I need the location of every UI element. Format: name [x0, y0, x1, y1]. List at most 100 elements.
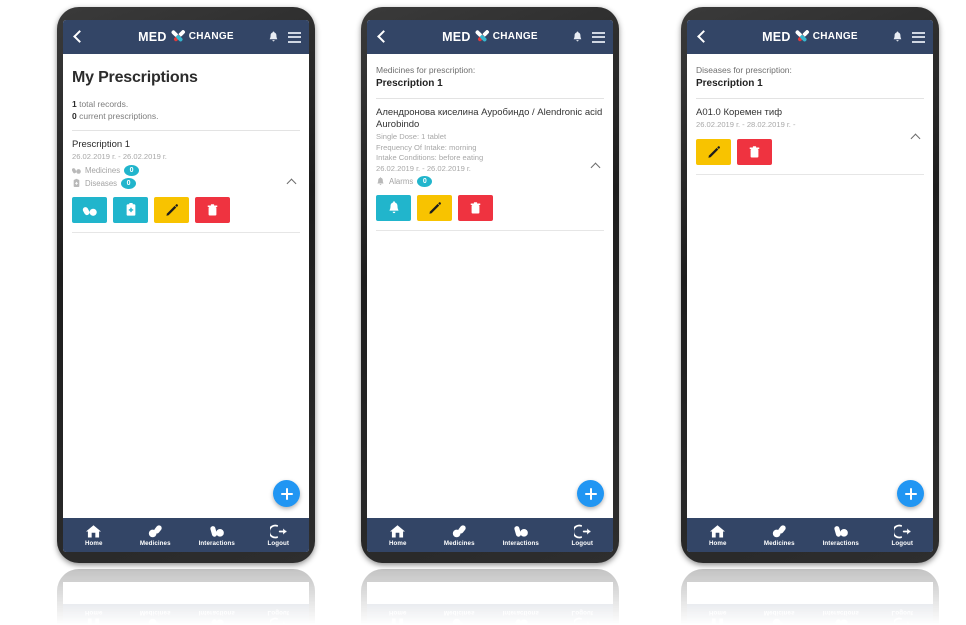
bottom-navigation: Home Medicines Interactions Logout [367, 518, 613, 552]
record-actions [376, 195, 604, 221]
back-chevron-icon[interactable] [695, 28, 709, 46]
edit-button[interactable] [417, 195, 452, 221]
counter-alarms: Alarms 0 [376, 176, 604, 187]
nav-label-home: Home [388, 539, 407, 547]
nav-item-logout[interactable]: Logout [872, 518, 934, 552]
crossed-capsules-icon [475, 30, 489, 42]
pills-icon [148, 619, 162, 625]
bell-icon[interactable] [572, 30, 583, 44]
add-button[interactable] [273, 480, 300, 507]
edit-button[interactable] [696, 138, 731, 165]
chevron-up-icon[interactable] [911, 132, 922, 141]
nav-item-interactions[interactable]: Interactions [490, 518, 552, 552]
pencil-icon [165, 203, 178, 216]
phone-reflection-3: Home Medicines Interactions Logout [681, 569, 939, 625]
nav-item-logout: Logout [248, 604, 310, 625]
chevron-up-icon[interactable] [591, 161, 602, 170]
disease-list-item[interactable]: A01.0 Коремен тиф 26.02.2019 г. - 28.02.… [696, 99, 924, 175]
home-icon [710, 524, 726, 537]
home-icon [390, 619, 406, 625]
page-title: My Prescriptions [72, 69, 198, 86]
nav-item-logout[interactable]: Logout [248, 518, 310, 552]
stat-total-records: 1 total records. [72, 98, 300, 110]
hamburger-menu-icon[interactable] [288, 31, 301, 43]
nav-label-logout: Logout [267, 609, 290, 617]
nav-item-medicines[interactable]: Medicines [125, 518, 187, 552]
brand-text-post: Change [812, 31, 858, 42]
pills-icon [148, 524, 162, 537]
nav-item-interactions: Interactions [490, 604, 552, 625]
brand-text-pre: Med [762, 29, 791, 44]
screen-content: Medicines for prescription: Prescription… [367, 54, 613, 518]
nav-item-medicines[interactable]: Medicines [429, 518, 491, 552]
nav-item-logout[interactable]: Logout [552, 518, 614, 552]
medicines-button[interactable] [72, 196, 107, 223]
capsule-pill-icon [514, 619, 529, 625]
diseases-button[interactable] [113, 196, 148, 223]
nav-item-home: Home [687, 604, 749, 625]
nav-item-interactions[interactable]: Interactions [810, 518, 872, 552]
nav-item-medicines: Medicines [125, 604, 187, 625]
reflected-bottom-navigation: Home Medicines Interactions Logout [367, 604, 613, 625]
nav-item-home: Home [367, 604, 429, 625]
delete-button[interactable] [458, 195, 493, 221]
nav-item-home[interactable]: Home [367, 518, 429, 552]
prescription-list-item[interactable]: Prescription 1 26.02.2019 г. - 26.02.201… [72, 131, 300, 233]
nav-item-logout: Logout [872, 604, 934, 625]
counter-medicines-badge: 0 [124, 164, 140, 176]
nav-label-home: Home [388, 609, 407, 617]
context-label: Medicines for prescription: [376, 65, 476, 75]
context-label: Diseases for prescription: [696, 65, 792, 75]
nav-item-home[interactable]: Home [63, 518, 125, 552]
logout-icon [269, 524, 287, 538]
logout-icon [573, 618, 591, 625]
nav-item-medicines[interactable]: Medicines [749, 518, 811, 552]
phone-screen: Med Change [687, 20, 933, 552]
pills-icon [452, 524, 466, 537]
back-chevron-icon[interactable] [375, 28, 389, 46]
edit-button[interactable] [154, 196, 189, 223]
hamburger-menu-icon[interactable] [592, 31, 605, 43]
nav-label-medicines: Medicines [763, 539, 795, 547]
add-button[interactable] [897, 480, 924, 507]
nav-label-logout: Logout [571, 609, 594, 617]
delete-button[interactable] [737, 138, 772, 165]
nav-label-logout: Logout [891, 609, 914, 617]
capsule-pill-icon [834, 619, 849, 625]
nav-label-medicines: Medicines [443, 609, 475, 617]
pills-icon [772, 524, 786, 537]
screen-content: My Prescriptions 1 total records. 0 curr… [63, 54, 309, 518]
bell-icon[interactable] [892, 30, 903, 44]
bell-icon [377, 176, 384, 185]
capsule-pill-icon [834, 525, 849, 537]
nav-label-medicines: Medicines [443, 539, 475, 547]
delete-button[interactable] [195, 196, 230, 223]
bell-icon [389, 200, 398, 213]
add-button[interactable] [577, 480, 604, 507]
stat-current-prescriptions: 0 current prescriptions. [72, 110, 300, 122]
nav-label-home: Home [708, 609, 727, 617]
medicine-list-item[interactable]: Алендронова киселина Ауробиндо / Alendro… [376, 99, 604, 231]
chevron-up-icon[interactable] [287, 177, 298, 186]
logout-icon [573, 524, 591, 538]
home-icon [390, 524, 406, 537]
app-header-bar: Med Change [687, 20, 933, 54]
counter-medicines: Medicines 0 [72, 164, 300, 176]
nav-label-home: Home [708, 539, 727, 547]
hamburger-menu-icon[interactable] [912, 31, 925, 43]
detail-intake-conditions: Intake Conditions: before eating [376, 153, 484, 162]
context-value: Prescription 1 [696, 78, 763, 89]
pencil-icon [428, 202, 441, 214]
back-chevron-icon[interactable] [71, 28, 85, 46]
pills-icon [772, 619, 786, 625]
alarms-button[interactable] [376, 195, 411, 221]
stat-current-text: current prescriptions. [76, 111, 159, 121]
nav-item-interactions[interactable]: Interactions [186, 518, 248, 552]
nav-item-interactions: Interactions [186, 604, 248, 625]
bell-icon[interactable] [268, 30, 279, 44]
bottom-navigation: Home Medicines Interactions Logout [63, 518, 309, 552]
nav-label-interactions: Interactions [198, 539, 235, 547]
app-header-bar: Med Change [367, 20, 613, 54]
capsule-pill-icon [210, 619, 225, 625]
nav-item-home[interactable]: Home [687, 518, 749, 552]
